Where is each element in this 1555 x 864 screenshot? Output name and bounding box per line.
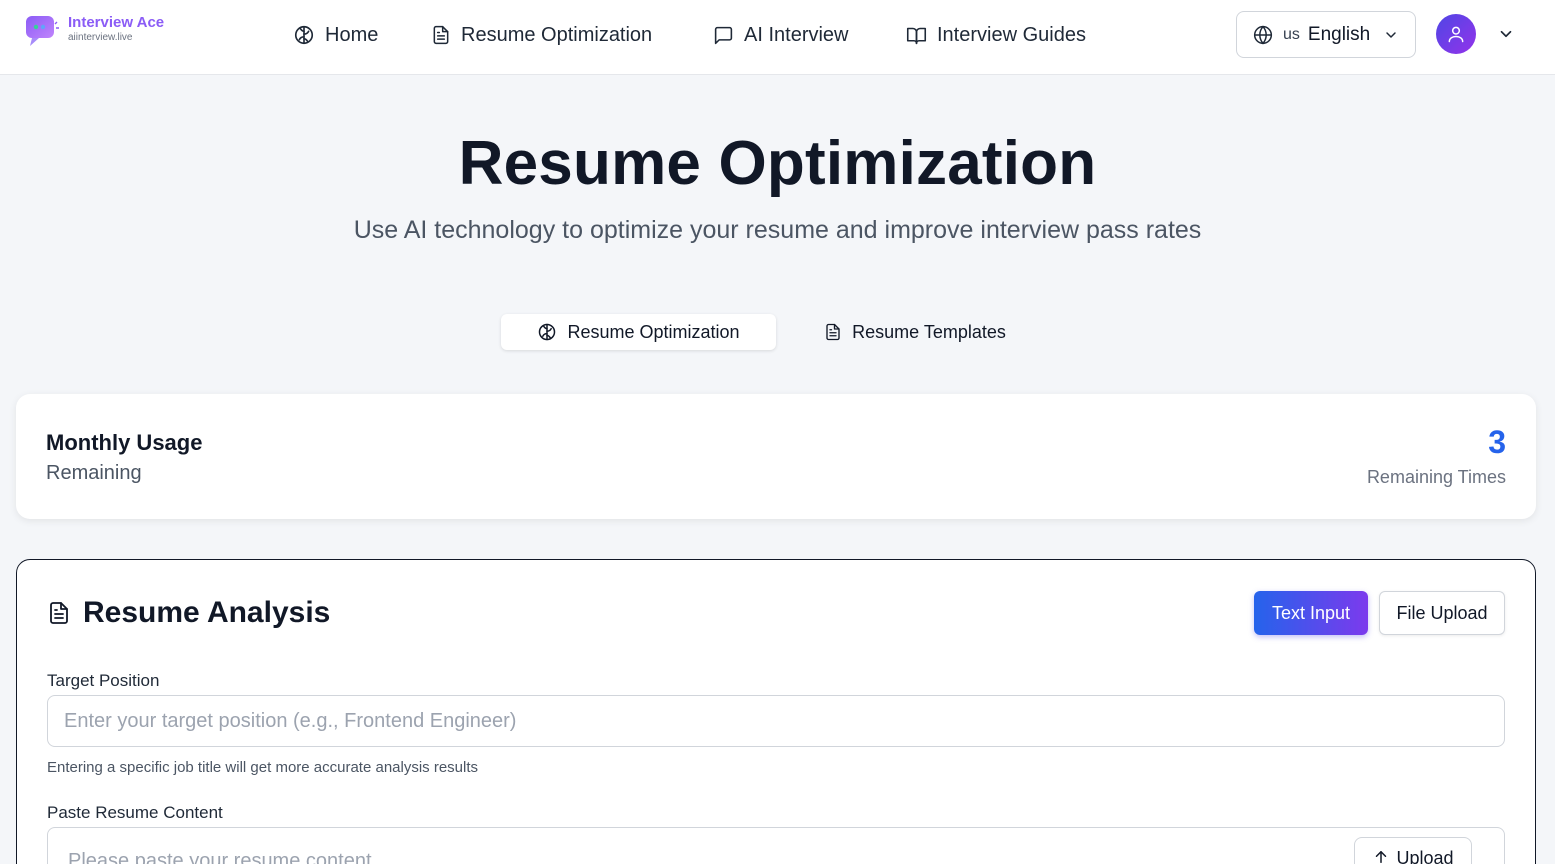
logo-text: Interview Ace aiinterview.live: [68, 14, 164, 43]
tab-resume-templates-label: Resume Templates: [852, 321, 1006, 342]
nav-resume-optimization-label: Resume Optimization: [461, 23, 653, 46]
nav-home[interactable]: Home: [293, 0, 378, 70]
target-position-field[interactable]: [47, 695, 1505, 747]
brain-icon: [294, 25, 314, 45]
nav-interview-guides[interactable]: Interview Guides: [906, 0, 1086, 70]
account-chevron-down-icon[interactable]: [1497, 25, 1515, 43]
tab-resume-templates[interactable]: Resume Templates: [800, 314, 1030, 350]
upload-label: Upload: [1396, 848, 1454, 864]
target-position-hint: Entering a specific job title will get m…: [47, 759, 479, 776]
resume-content-textarea[interactable]: [48, 828, 1348, 864]
upload-icon: [1376, 851, 1387, 863]
file-text-icon: [826, 323, 840, 341]
page-subtitle: Use AI technology to optimize your resum…: [353, 216, 1202, 244]
usage-title: Monthly Usage: [46, 430, 203, 455]
analysis-header: Resume Analysis: [47, 596, 330, 630]
tab-resume-optimization-label: Resume Optimization: [567, 321, 740, 342]
target-position-label: Target Position: [47, 671, 160, 690]
top-header: Interview Ace aiinterview.live Home Resu…: [0, 0, 1555, 75]
logo-title: Interview Ace: [68, 14, 164, 31]
file-text-icon: [50, 602, 68, 624]
nav-resume-optimization[interactable]: Resume Optimization: [431, 0, 652, 70]
upload-button[interactable]: Upload: [1354, 837, 1472, 864]
file-text-icon: [433, 25, 449, 45]
user-icon: [1448, 26, 1464, 43]
usage-subtitle: Remaining: [46, 462, 142, 484]
logo-subtitle: aiinterview.live: [68, 32, 133, 43]
page-title: Resume Optimization: [458, 129, 1097, 198]
remaining-count-label: Remaining Times: [1366, 467, 1506, 487]
book-open-icon: [906, 27, 927, 44]
chat-bubble-icon: [714, 26, 733, 44]
nav-interview-guides-label: Interview Guides: [937, 23, 1086, 46]
logo-chat-icon: [24, 14, 60, 48]
tab-resume-optimization[interactable]: Resume Optimization: [501, 314, 776, 350]
target-position-input[interactable]: [48, 696, 1504, 746]
user-avatar[interactable]: [1436, 14, 1476, 54]
text-input-button[interactable]: Text Input: [1254, 591, 1368, 635]
globe-icon: [1253, 25, 1273, 44]
language-selector[interactable]: us English: [1236, 11, 1416, 58]
monthly-usage-card: Monthly Usage Remaining 3 Remaining Time…: [16, 394, 1536, 519]
nav-ai-interview-label: AI Interview: [744, 23, 849, 46]
remaining-count: 3: [1488, 424, 1506, 460]
language-label: English: [1307, 23, 1371, 45]
nav-home-label: Home: [325, 23, 379, 46]
language-flag: us: [1283, 25, 1300, 43]
logo[interactable]: Interview Ace aiinterview.live: [24, 14, 164, 48]
file-upload-button[interactable]: File Upload: [1379, 591, 1505, 635]
nav-ai-interview[interactable]: AI Interview: [713, 0, 848, 70]
resume-analysis-card: Resume Analysis Text Input File Upload T…: [16, 559, 1536, 864]
chevron-down-icon: [1386, 32, 1396, 38]
resume-content-field[interactable]: [47, 827, 1505, 864]
resume-content-label: Paste Resume Content: [47, 803, 223, 822]
brain-icon: [539, 323, 556, 341]
analysis-title: Resume Analysis: [83, 596, 331, 629]
